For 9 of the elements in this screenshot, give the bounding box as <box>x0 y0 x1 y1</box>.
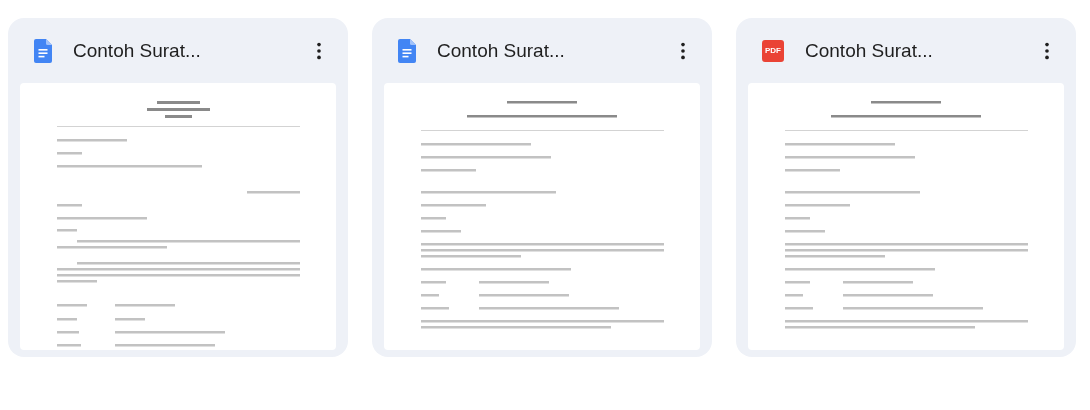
file-title: Contoh Surat... <box>437 39 566 62</box>
file-card[interactable]: Contoh Surat... <box>372 18 712 357</box>
file-card[interactable]: PDF Contoh Surat... <box>736 18 1076 357</box>
file-title: Contoh Surat... <box>73 39 202 62</box>
file-title: Contoh Surat... <box>805 39 934 62</box>
document-icon <box>398 38 416 63</box>
document-icon <box>34 38 52 63</box>
file-card[interactable]: Contoh Surat... <box>8 18 348 357</box>
pdf-icon: PDF <box>762 39 784 62</box>
